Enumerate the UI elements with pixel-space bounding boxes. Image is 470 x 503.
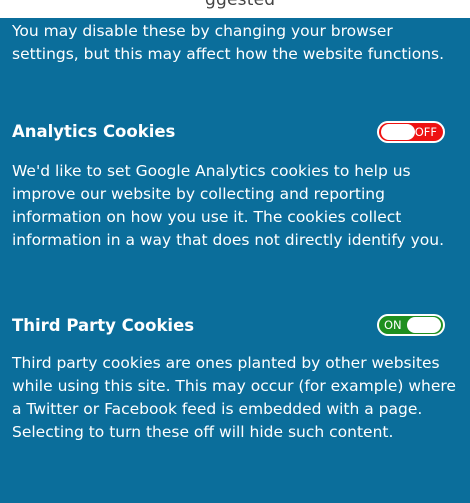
toggle-state-label: ON — [384, 318, 402, 332]
analytics-cookies-description: We'd like to set Google Analytics cookie… — [12, 162, 445, 249]
cookie-settings-panel: You may disable these by changing your b… — [0, 18, 470, 503]
third-party-cookies-heading: Third Party Cookies — [12, 316, 195, 335]
toggle-knob — [381, 124, 415, 140]
analytics-cookies-heading: Analytics Cookies — [12, 122, 176, 141]
top-strip-text: ggested — [205, 0, 276, 10]
intro-text: You may disable these by changing your b… — [12, 22, 445, 63]
third-party-cookies-description: Third party cookies are ones planted by … — [12, 354, 456, 441]
top-strip: ggested — [0, 0, 470, 18]
toggle-knob — [407, 317, 441, 333]
analytics-cookies-toggle[interactable]: OFF — [377, 121, 445, 143]
toggle-state-label: OFF — [414, 125, 437, 139]
third-party-cookies-toggle[interactable]: ON — [377, 314, 445, 336]
